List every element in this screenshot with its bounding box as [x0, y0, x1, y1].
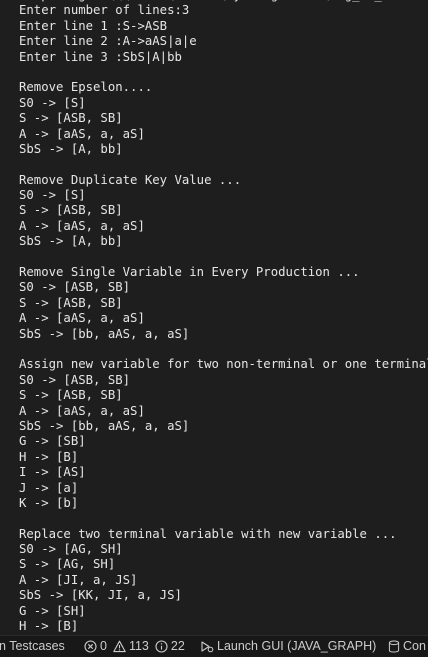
terminal-line: S -> [ASB, SB]: [19, 203, 123, 218]
terminal-line: SbS -> [A, bb]: [19, 234, 123, 249]
terminal-panel[interactable]: Compiling C:\\\Users\ .. \aybhangaonkar\…: [0, 0, 428, 635]
terminal-line: H -> [B]: [19, 449, 79, 464]
terminal-line: S -> [AG, SH]: [19, 557, 116, 572]
warning-icon: [113, 640, 126, 653]
info-count: 22: [170, 639, 185, 653]
errors-count: 0: [100, 639, 107, 653]
terminal-line: Enter line 1 :S->ASB: [19, 18, 168, 33]
terminal-line: Assign new variable for two non-terminal…: [19, 357, 428, 372]
console-button[interactable]: Con: [388, 636, 426, 657]
terminal-line: A -> [aAS, a, aS]: [19, 218, 145, 233]
terminal-line: I -> [AS]: [19, 465, 86, 480]
terminal-line: G -> [SB]: [19, 434, 86, 449]
terminal-line: S0 -> [S]: [19, 188, 86, 203]
terminal-line: SbS -> [A, bb]: [19, 141, 123, 156]
terminal-line: Remove Single Variable in Every Producti…: [19, 265, 360, 280]
terminal-line: S0 -> [S]: [19, 95, 86, 110]
terminal-line: A -> [aAS, a, aS]: [19, 403, 145, 418]
terminal-line: Enter number of lines:3: [19, 3, 190, 18]
launch-gui-button[interactable]: Launch GUI (JAVA_GRAPH): [200, 636, 376, 657]
terminal-line: S -> [ASB, SB]: [19, 388, 123, 403]
terminal-line: J -> [a]: [19, 480, 79, 495]
terminal-line: SbS -> [bb, aAS, a, aS]: [19, 418, 190, 433]
terminal-line: Enter line 3 :SbS|A|bb: [19, 49, 182, 64]
terminal-line: Replace two terminal variable with new v…: [19, 526, 397, 541]
terminal-line: H -> [B]: [19, 619, 79, 634]
problems-button[interactable]: 0 113 22: [84, 636, 185, 657]
launch-gui-label: Launch GUI (JAVA_GRAPH): [217, 639, 377, 653]
terminal-line: A -> [JI, a, JS]: [19, 572, 138, 587]
terminal-line: SbS -> [bb, aAS, a, aS]: [19, 326, 190, 341]
run-testcases-button[interactable]: n Testcases: [0, 636, 65, 657]
terminal-line: A -> [aAS, a, aS]: [19, 126, 145, 141]
terminal-output: Compiling C:\\\Users\ .. \aybhangaonkar\…: [19, 0, 428, 635]
terminal-line: Remove Epselon....: [19, 80, 153, 95]
terminal-line: G -> [SH]: [19, 603, 86, 618]
terminal-line: S0 -> [ASB, SB]: [19, 372, 131, 387]
terminal-line: S0 -> [AG, SH]: [19, 542, 123, 557]
error-icon: [84, 640, 97, 653]
info-icon: [155, 640, 168, 653]
database-icon: [388, 640, 400, 653]
status-bar: n Testcases 0 113 22 Launch GUI (JAVA_GR…: [0, 635, 428, 657]
terminal-line: S -> [ASB, SB]: [19, 295, 123, 310]
console-label: Con: [403, 639, 426, 653]
terminal-line: K -> [b]: [19, 495, 79, 510]
terminal-line: Remove Duplicate Key Value ...: [19, 172, 242, 187]
debug-run-icon: [200, 640, 214, 653]
terminal-line: A -> [aAS, a, aS]: [19, 311, 145, 326]
warnings-count: 113: [128, 639, 149, 653]
terminal-line: SbS -> [KK, JI, a, JS]: [19, 588, 182, 603]
terminal-line: S0 -> [ASB, SB]: [19, 280, 131, 295]
run-testcases-label: n Testcases: [0, 639, 65, 653]
terminal-line: Enter line 2 :A->aAS|a|e: [19, 34, 197, 49]
terminal-line: S -> [ASB, SB]: [19, 111, 123, 126]
